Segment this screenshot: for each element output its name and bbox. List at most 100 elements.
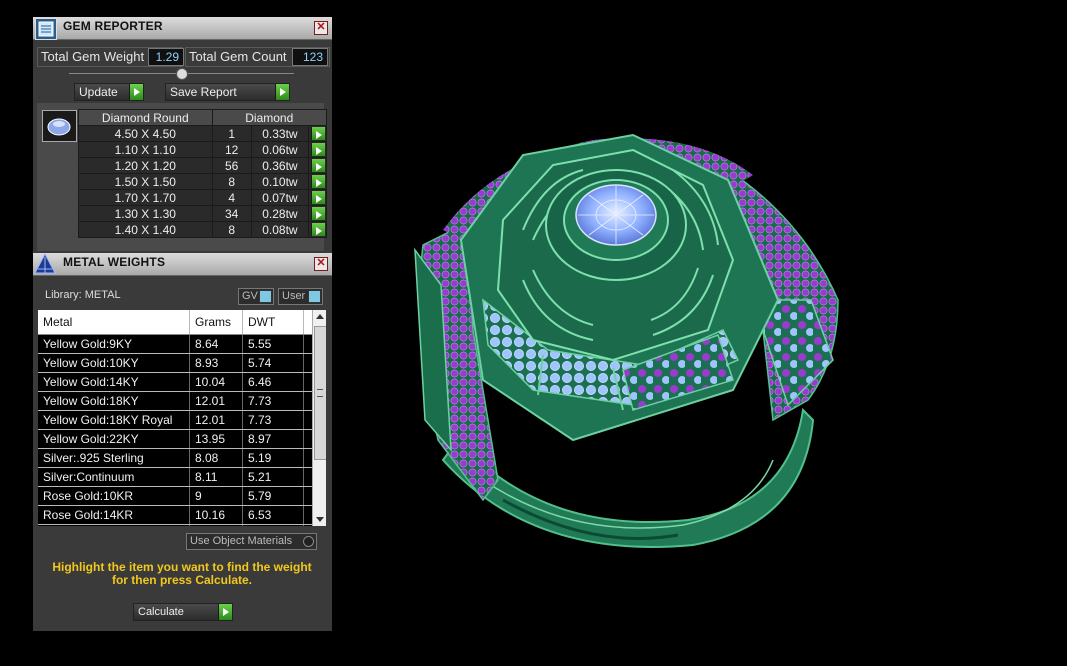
metal-grams: 8.64 bbox=[189, 334, 243, 354]
gem-table: Diamond Round Diamond 4.50 X 4.50 1 0.33tw… bbox=[78, 109, 328, 238]
gem-row[interactable]: 1.70 X 1.70 4 0.07tw bbox=[78, 189, 327, 206]
go-arrow-icon bbox=[311, 223, 325, 236]
gem-weight: 0.36tw bbox=[250, 157, 310, 174]
metal-dwt: 6.46 bbox=[242, 372, 304, 392]
gem-row-go[interactable] bbox=[308, 173, 327, 190]
metal-row[interactable]: Yellow Gold:22KY 13.95 8.97 bbox=[38, 429, 317, 449]
metal-table-scrollbar[interactable] bbox=[312, 310, 326, 526]
scroll-up-icon[interactable] bbox=[316, 314, 324, 319]
gem-row[interactable]: 1.40 X 1.40 8 0.08tw bbox=[78, 221, 327, 238]
gem-type-header: Diamond bbox=[211, 109, 328, 126]
scroll-down-icon[interactable] bbox=[316, 517, 324, 522]
calculate-label: Calculate bbox=[138, 606, 184, 618]
go-arrow-icon bbox=[129, 84, 143, 100]
gv-toggle[interactable]: GV bbox=[238, 288, 274, 305]
gem-row[interactable]: 4.50 X 4.50 1 0.33tw bbox=[78, 125, 327, 142]
close-icon[interactable]: ✕ bbox=[314, 257, 328, 271]
update-label: Update bbox=[79, 85, 118, 99]
metal-dwt: 7.73 bbox=[242, 410, 304, 430]
metal-row[interactable]: Yellow Gold:10KY 8.93 5.74 bbox=[38, 353, 317, 373]
gem-weight: 0.33tw bbox=[250, 125, 310, 142]
close-icon[interactable]: ✕ bbox=[314, 21, 328, 35]
metal-table: Metal Grams DWT Yellow Gold:9KY 8.64 5.55 Y… bbox=[38, 310, 317, 526]
calculate-button[interactable]: Calculate bbox=[133, 603, 233, 621]
gv-label: GV bbox=[242, 290, 258, 302]
metal-grams: 10.16 bbox=[189, 505, 243, 525]
ring-render bbox=[414, 133, 839, 548]
splitter-handle[interactable] bbox=[176, 68, 188, 80]
go-arrow-icon bbox=[275, 84, 289, 100]
update-button[interactable]: Update bbox=[74, 83, 144, 101]
metal-weights-titlebar[interactable]: METAL WEIGHTS ✕ bbox=[33, 252, 332, 276]
gem-row-go[interactable] bbox=[308, 205, 327, 222]
metal-column-header[interactable]: Metal bbox=[38, 310, 190, 335]
gem-row[interactable]: 1.30 X 1.30 34 0.28tw bbox=[78, 205, 327, 222]
gem-row-go[interactable] bbox=[308, 157, 327, 174]
use-object-materials-label: Use Object Materials bbox=[190, 535, 293, 547]
gem-table-header: Diamond Round Diamond bbox=[78, 109, 328, 126]
dwt-column-header[interactable]: DWT bbox=[242, 310, 304, 335]
go-arrow-icon bbox=[311, 207, 325, 220]
gem-row-go[interactable] bbox=[308, 189, 327, 206]
metal-row[interactable]: Yellow Gold:18KY Royal 12.01 7.73 bbox=[38, 410, 317, 430]
metal-row[interactable]: Rose Gold:10KR 9 5.79 bbox=[38, 486, 317, 506]
metal-name: Yellow Gold:9KY bbox=[38, 334, 190, 354]
gem-size: 1.30 X 1.30 bbox=[78, 205, 213, 222]
metal-dwt: 8.97 bbox=[242, 429, 304, 449]
go-arrow-icon bbox=[311, 175, 325, 188]
metal-grams: 10.04 bbox=[189, 372, 243, 392]
diamond-round-icon[interactable] bbox=[42, 110, 77, 142]
total-gem-count-value: 123 bbox=[292, 48, 328, 66]
gem-row[interactable]: 1.20 X 1.20 56 0.36tw bbox=[78, 157, 327, 174]
metal-grams: 12.01 bbox=[189, 410, 243, 430]
gem-count: 8 bbox=[211, 173, 252, 190]
gem-row-go[interactable] bbox=[308, 221, 327, 238]
metal-row[interactable]: Yellow Gold:18KY 12.01 7.73 bbox=[38, 391, 317, 411]
metal-grams: 8.08 bbox=[189, 448, 243, 468]
gem-row[interactable]: 1.50 X 1.50 8 0.10tw bbox=[78, 173, 327, 190]
metal-dwt: 5.55 bbox=[242, 334, 304, 354]
scroll-thumb[interactable] bbox=[314, 326, 326, 460]
user-toggle[interactable]: User bbox=[278, 288, 323, 305]
gem-size: 1.10 X 1.10 bbox=[78, 141, 213, 158]
user-toggle-indicator bbox=[308, 290, 321, 303]
metal-name: Yellow Gold:10KY bbox=[38, 353, 190, 373]
viewport[interactable] bbox=[333, 0, 1067, 661]
metal-grams: 12.01 bbox=[189, 524, 243, 526]
total-gem-weight-value: 1.29 bbox=[148, 48, 184, 66]
go-arrow-icon bbox=[218, 604, 232, 620]
gem-count: 1 bbox=[211, 125, 252, 142]
metal-row[interactable]: Yellow Gold:14KY 10.04 6.46 bbox=[38, 372, 317, 392]
gem-size: 1.20 X 1.20 bbox=[78, 157, 213, 174]
metal-dwt: 6.53 bbox=[242, 505, 304, 525]
gem-count: 56 bbox=[211, 157, 252, 174]
go-arrow-icon bbox=[311, 127, 325, 140]
gem-size: 1.40 X 1.40 bbox=[78, 221, 213, 238]
metal-dwt: 5.74 bbox=[242, 353, 304, 373]
metal-weights-icon bbox=[33, 252, 57, 275]
metal-row[interactable]: Yellow Gold:9KY 8.64 5.55 bbox=[38, 334, 317, 354]
metal-name: Yellow Gold:18KY bbox=[38, 391, 190, 411]
gem-row-go[interactable] bbox=[308, 141, 327, 158]
metal-dwt: 7.73 bbox=[242, 391, 304, 411]
use-object-materials-checkbox[interactable]: Use Object Materials bbox=[186, 533, 317, 550]
metal-name: Yellow Gold:14KY bbox=[38, 372, 190, 392]
gem-reporter-titlebar[interactable]: GEM REPORTER ✕ bbox=[33, 17, 332, 40]
metal-dwt: 5.19 bbox=[242, 448, 304, 468]
metal-row[interactable]: Rose Gold:14KR 10.16 6.53 bbox=[38, 505, 317, 525]
gem-weight: 0.08tw bbox=[250, 221, 310, 238]
metal-name: Yellow Gold:18KY Royal bbox=[38, 410, 190, 430]
grams-column-header[interactable]: Grams bbox=[189, 310, 243, 335]
gem-row-go[interactable] bbox=[308, 125, 327, 142]
gem-weight: 0.06tw bbox=[250, 141, 310, 158]
metal-row[interactable]: Silver:.925 Sterling 8.08 5.19 bbox=[38, 448, 317, 468]
gem-row[interactable]: 1.10 X 1.10 12 0.06tw bbox=[78, 141, 327, 158]
gem-weight: 0.10tw bbox=[250, 173, 310, 190]
metal-row[interactable]: Rose Gold:18KR12.017.73 bbox=[38, 524, 317, 526]
save-report-button[interactable]: Save Report bbox=[165, 83, 290, 101]
metal-name: Rose Gold:14KR bbox=[38, 505, 190, 525]
metal-weights-panel: METAL WEIGHTS ✕ Library: METAL GV User M… bbox=[33, 252, 332, 631]
gem-size: 4.50 X 4.50 bbox=[78, 125, 213, 142]
metal-row[interactable]: Silver:Continuum 8.11 5.21 bbox=[38, 467, 317, 487]
go-arrow-icon bbox=[311, 143, 325, 156]
